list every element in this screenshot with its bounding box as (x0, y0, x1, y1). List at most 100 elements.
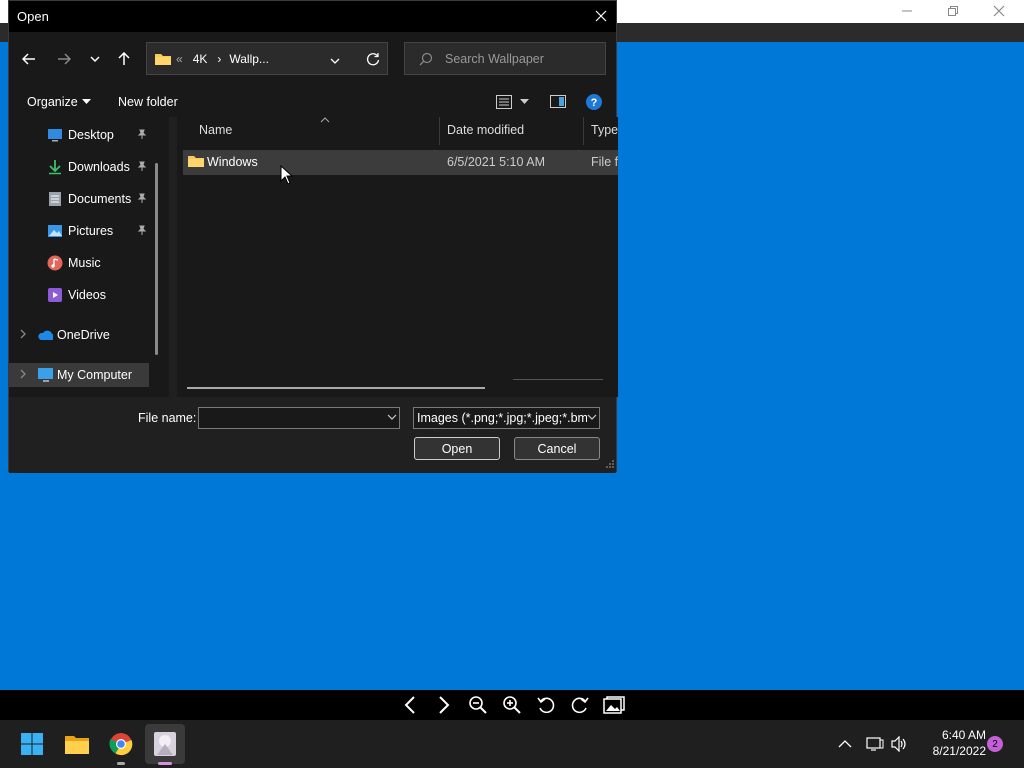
nav-item-videos[interactable]: Videos (47, 283, 147, 307)
active-indicator (158, 762, 172, 765)
refresh-button[interactable] (366, 52, 380, 69)
nav-item-my-computer[interactable]: My Computer (19, 363, 149, 387)
start-button[interactable] (12, 724, 52, 764)
file-explorer-icon (65, 736, 89, 754)
nav-item-music[interactable]: Music (47, 251, 147, 275)
file-date: 6/5/2021 5:10 AM (447, 155, 545, 169)
zoom-in-icon (503, 696, 521, 714)
show-hidden-icons-button[interactable] (838, 720, 852, 768)
navigation-scrollbar[interactable] (155, 163, 158, 355)
resize-grip-icon[interactable] (606, 457, 614, 471)
navigation-bar: « 4K › Wallp... Search Wallpaper (9, 32, 616, 87)
volume-button[interactable] (891, 720, 909, 768)
download-icon (47, 159, 63, 175)
column-header-type[interactable]: Type (591, 123, 618, 139)
zoom-out-button[interactable] (467, 694, 489, 716)
help-button[interactable]: ? (586, 94, 602, 110)
column-header-date[interactable]: Date modified (447, 123, 524, 139)
horizontal-scrollbar[interactable] (187, 387, 485, 389)
address-segment[interactable]: Wallp... (229, 52, 269, 66)
recent-locations-button[interactable] (84, 48, 106, 70)
nav-item-label: Videos (68, 288, 106, 302)
help-icon: ? (586, 94, 602, 110)
mouse-cursor-icon (280, 165, 294, 185)
maximize-button[interactable] (930, 0, 976, 22)
notification-count: 2 (992, 738, 998, 750)
command-bar: Organize New folder ? (9, 87, 616, 117)
search-box[interactable]: Search Wallpaper (404, 42, 606, 75)
open-gallery-button[interactable] (603, 694, 625, 716)
nav-item-desktop[interactable]: Desktop (47, 123, 147, 147)
file-name[interactable]: Windows (207, 155, 258, 169)
column-header-name[interactable]: Name (199, 123, 232, 139)
close-icon (993, 5, 1005, 17)
change-view-button[interactable] (496, 95, 529, 109)
arrow-up-icon (118, 52, 130, 65)
new-folder-button[interactable]: New folder (118, 95, 178, 109)
forward-button[interactable] (53, 48, 75, 70)
file-name-input[interactable] (198, 407, 400, 429)
image-viewer-taskbar-button[interactable] (145, 724, 185, 765)
search-icon (419, 52, 433, 65)
nav-item-label: Pictures (68, 224, 114, 238)
chevron-down-icon (587, 411, 597, 426)
chevron-down-icon[interactable] (387, 411, 397, 426)
rotate-left-icon (537, 697, 555, 714)
cancel-button[interactable]: Cancel (514, 437, 600, 460)
taskbar: 6:40 AM 8/21/2022 2 (0, 720, 1024, 768)
nav-item-label: Documents (68, 192, 132, 206)
chrome-taskbar-button[interactable] (101, 724, 141, 765)
minimize-button[interactable] (884, 0, 930, 22)
nav-item-documents[interactable]: Documents (47, 187, 147, 211)
previous-image-button[interactable] (399, 694, 421, 716)
file-name-label: File name: (138, 411, 197, 425)
nav-item-pictures[interactable]: Pictures (47, 219, 147, 243)
rotate-left-button[interactable] (535, 694, 557, 716)
expand-chevron-icon[interactable] (19, 368, 31, 382)
next-image-button[interactable] (433, 694, 455, 716)
gallery-icon (603, 696, 625, 714)
scrollbar-track (513, 379, 603, 380)
nav-item-label: OneDrive (57, 328, 110, 342)
expand-chevron-icon[interactable] (19, 328, 31, 342)
address-segment[interactable]: 4K (193, 52, 208, 66)
file-type-filter[interactable]: Images (*.png;*.jpg;*.jpeg;*.bm (413, 407, 600, 429)
minimize-icon (902, 10, 912, 12)
notification-badge[interactable]: 2 (987, 736, 1003, 752)
nav-item-onedrive[interactable]: OneDrive (19, 323, 149, 347)
nav-item-label: Desktop (68, 128, 114, 142)
up-button[interactable] (113, 48, 135, 70)
network-icon (866, 737, 884, 751)
network-button[interactable] (866, 720, 884, 768)
zoom-in-button[interactable] (501, 694, 523, 716)
back-button[interactable] (18, 48, 40, 70)
chevron-left-icon (404, 696, 415, 714)
dialog-close-button[interactable] (590, 5, 612, 27)
address-overflow[interactable]: « (176, 52, 183, 66)
open-button[interactable]: Open (414, 437, 500, 460)
organize-label: Organize (27, 95, 78, 109)
address-history-button[interactable] (330, 54, 340, 68)
column-divider[interactable] (439, 117, 440, 145)
arrow-left-icon (22, 53, 35, 65)
column-divider[interactable] (583, 117, 584, 145)
nav-item-label: Music (68, 256, 101, 270)
nav-item-downloads[interactable]: Downloads (47, 155, 147, 179)
chevron-down-icon (90, 56, 100, 63)
rotate-right-button[interactable] (569, 694, 591, 716)
pin-icon (137, 192, 147, 206)
viewer-toolbar (0, 690, 1024, 720)
organize-button[interactable]: Organize (27, 95, 91, 109)
videos-icon (47, 287, 63, 303)
pin-icon (137, 224, 147, 238)
preview-pane-button[interactable] (550, 95, 566, 108)
dialog-title: Open (17, 9, 49, 24)
address-bar[interactable]: « 4K › Wallp... (146, 42, 388, 75)
refresh-icon (366, 53, 380, 66)
svg-text:?: ? (591, 97, 598, 109)
file-explorer-taskbar-button[interactable] (57, 724, 97, 764)
dropdown-arrow-icon (520, 99, 529, 104)
clock[interactable]: 6:40 AM 8/21/2022 (916, 727, 986, 759)
breadcrumb-separator: › (217, 51, 222, 66)
close-window-button[interactable] (976, 0, 1022, 22)
